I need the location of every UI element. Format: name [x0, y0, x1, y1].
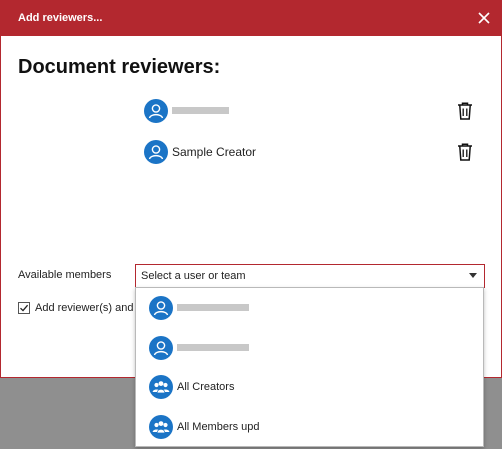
member-dropdown-list: All Creators All Members upd — [135, 287, 484, 447]
redacted-name — [177, 344, 249, 351]
available-members-label: Available members — [18, 269, 112, 281]
reviewer-name: Sample Creator — [172, 145, 257, 159]
member-select[interactable]: Select a user or team — [135, 264, 485, 288]
dropdown-option[interactable]: All Members upd — [149, 415, 469, 439]
option-name: All Creators — [177, 381, 235, 393]
check-icon — [20, 304, 29, 312]
person-icon — [144, 99, 168, 123]
person-icon — [149, 296, 173, 320]
team-icon — [149, 375, 173, 399]
dialog-title: Add reviewers... — [18, 12, 103, 24]
dialog-titlebar: Add reviewers... — [1, 1, 501, 36]
dropdown-option[interactable] — [149, 296, 469, 320]
reviewer-item: Sample Creator — [144, 140, 484, 164]
dropdown-option[interactable] — [149, 336, 469, 360]
trash-icon[interactable] — [456, 142, 474, 162]
select-placeholder: Select a user or team — [141, 270, 246, 282]
reviewer-item — [144, 99, 484, 123]
add-reviewers-checkbox[interactable] — [18, 302, 30, 314]
page-title: Document reviewers: — [18, 56, 221, 78]
person-icon — [144, 140, 168, 164]
add-reviewers-checkbox-row: Add reviewer(s) and c — [18, 302, 148, 316]
close-icon[interactable] — [475, 9, 493, 27]
option-name: All Members upd — [177, 421, 260, 433]
dropdown-option[interactable]: All Creators — [149, 375, 469, 399]
trash-icon[interactable] — [456, 101, 474, 121]
redacted-name — [172, 107, 229, 114]
team-icon — [149, 415, 173, 439]
person-icon — [149, 336, 173, 360]
checkbox-label: Add reviewer(s) and c — [35, 302, 142, 314]
chevron-down-icon — [469, 273, 477, 278]
redacted-name — [177, 304, 249, 311]
